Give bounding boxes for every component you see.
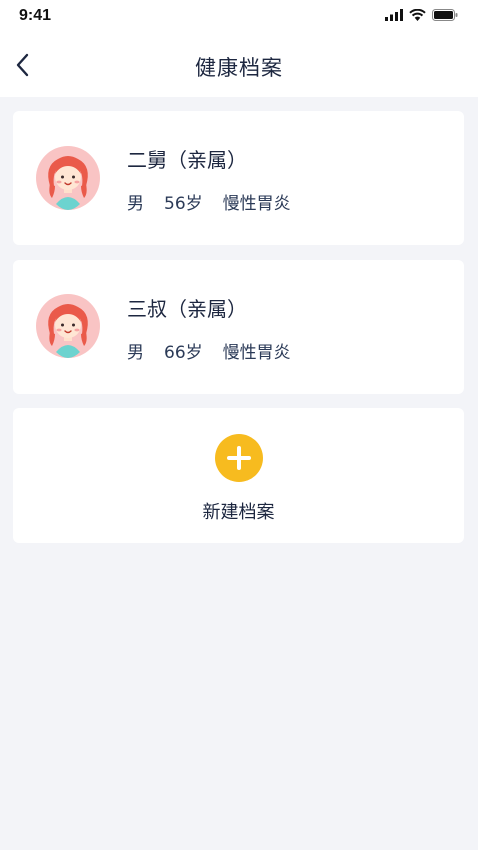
- status-bar: 9:41: [0, 0, 478, 34]
- profile-condition: 慢性胃炎: [222, 343, 291, 363]
- nav-bar: 健康档案: [0, 40, 478, 92]
- profile-age: 66岁: [164, 343, 203, 363]
- profile-age: 56岁: [164, 194, 203, 214]
- plus-icon[interactable]: [215, 434, 263, 482]
- profile-gender: 男: [127, 343, 144, 363]
- profile-condition: 慢性胃炎: [222, 194, 291, 214]
- status-time: 9:41: [19, 7, 52, 24]
- profile-meta: 男 56岁 慢性胃炎: [127, 189, 311, 214]
- new-record-label: 新建档案: [202, 502, 275, 523]
- top-area: 9:41 健康档案: [0, 0, 478, 97]
- profile-meta: 男 66岁 慢性胃炎: [127, 338, 311, 363]
- avatar: [36, 146, 100, 210]
- profile-card[interactable]: 二舅（亲属） 男 56岁 慢性胃炎: [13, 111, 464, 245]
- new-record-card[interactable]: 新建档案: [13, 408, 464, 543]
- profile-card[interactable]: 三叔（亲属） 男 66岁 慢性胃炎: [13, 260, 464, 394]
- battery-icon: [432, 9, 458, 21]
- status-icons: [385, 9, 458, 21]
- page-title: 健康档案: [195, 56, 283, 80]
- profile-name: 三叔（亲属）: [127, 297, 247, 321]
- profile-name: 二舅（亲属）: [127, 148, 247, 172]
- wifi-icon: [409, 9, 426, 21]
- profile-gender: 男: [127, 194, 144, 214]
- signal-icon: [385, 9, 403, 21]
- avatar: [36, 294, 100, 358]
